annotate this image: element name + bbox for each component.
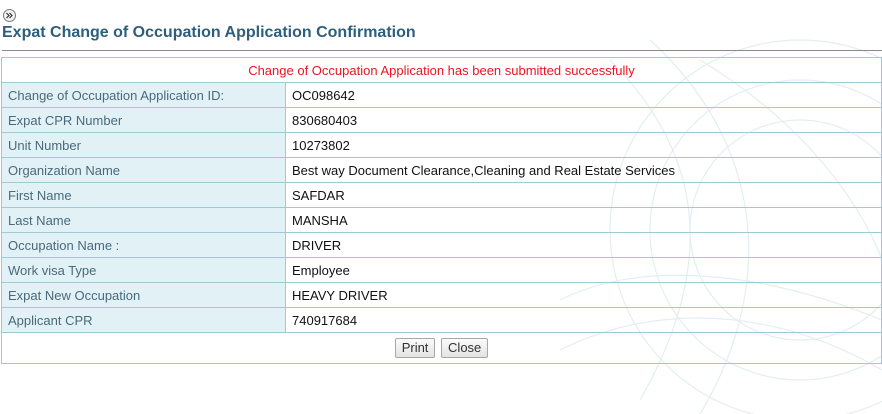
table-row: Applicant CPR 740917684 [1, 307, 882, 333]
field-value: 10273802 [285, 132, 882, 158]
field-label: Organization Name [1, 157, 286, 183]
field-label: Occupation Name : [1, 232, 286, 258]
print-button[interactable]: Print [394, 338, 436, 358]
table-row: Organization Name Best way Document Clea… [1, 157, 882, 183]
confirmation-page: Expat Change of Occupation Application C… [0, 0, 882, 414]
field-value: HEAVY DRIVER [285, 282, 882, 308]
field-label: Expat New Occupation [1, 282, 286, 308]
message-row: Change of Occupation Application has bee… [1, 57, 882, 83]
table-row: Expat CPR Number 830680403 [1, 107, 882, 133]
field-value: 740917684 [285, 307, 882, 333]
field-value: OC098642 [285, 82, 882, 108]
field-label: Unit Number [1, 132, 286, 158]
table-row: Unit Number 10273802 [1, 132, 882, 158]
actions-cell: Print Close [1, 332, 882, 364]
success-message: Change of Occupation Application has bee… [1, 57, 882, 83]
field-label: Change of Occupation Application ID: [1, 82, 286, 108]
table-row: First Name SAFDAR [1, 182, 882, 208]
title-divider [2, 50, 882, 51]
field-label: Expat CPR Number [1, 107, 286, 133]
field-value: 830680403 [285, 107, 882, 133]
field-label: Last Name [1, 207, 286, 233]
field-label: First Name [1, 182, 286, 208]
field-value: Best way Document Clearance,Cleaning and… [285, 157, 882, 183]
field-value: MANSHA [285, 207, 882, 233]
field-value: DRIVER [285, 232, 882, 258]
double-chevron-right-icon[interactable] [3, 9, 16, 22]
table-row: Expat New Occupation HEAVY DRIVER [1, 282, 882, 308]
field-label: Work visa Type [1, 257, 286, 283]
confirmation-table: Change of Occupation Application has bee… [1, 57, 882, 364]
field-value: Employee [285, 257, 882, 283]
table-row: Occupation Name : DRIVER [1, 232, 882, 258]
field-label: Applicant CPR [1, 307, 286, 333]
table-row: Work visa Type Employee [1, 257, 882, 283]
field-value: SAFDAR [285, 182, 882, 208]
table-row: Change of Occupation Application ID: OC0… [1, 82, 882, 108]
close-button[interactable]: Close [441, 338, 489, 358]
actions-row: Print Close [1, 332, 882, 364]
table-row: Last Name MANSHA [1, 207, 882, 233]
page-title: Expat Change of Occupation Application C… [2, 24, 416, 41]
